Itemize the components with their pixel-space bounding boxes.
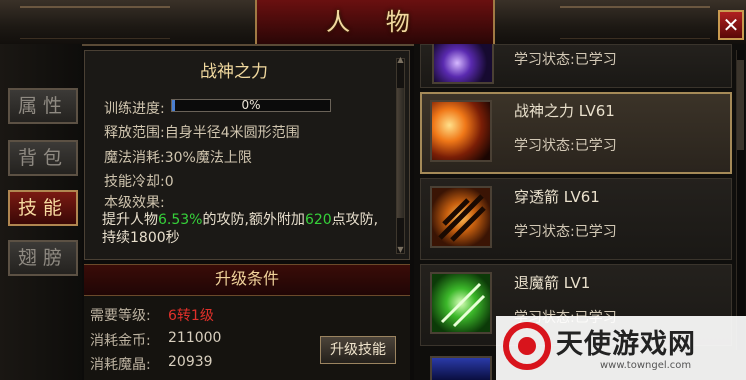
effect-text-mid: 的攻防,额外附加 (202, 212, 305, 228)
skill-name-2: 穿透箭 LV61 (514, 188, 600, 206)
skill-icon-demon-repel-arrow (430, 272, 492, 334)
skill-status-2: 学习状态:已学习 (514, 224, 617, 240)
effect-label: 本级效果: (104, 195, 165, 211)
cost-row: 魔法消耗:30%魔法上限 (104, 147, 252, 167)
skill-status-0: 学习状态:已学习 (514, 52, 617, 68)
window-title: 人 物 (326, 8, 424, 36)
range-label: 释放范围: (104, 125, 165, 141)
level-value: 6转1级 (168, 308, 214, 324)
cost-value: 30%魔法上限 (164, 150, 252, 166)
skill-name-1: 战神之力 LV61 (514, 102, 615, 120)
skill-icon-war-god-power (430, 100, 492, 162)
crystal-label: 消耗魔晶: (90, 357, 151, 373)
skill-icon-piercing-arrow (430, 186, 492, 248)
effect-percent: 6.53% (158, 212, 203, 228)
skill-detail-title: 战神之力 (200, 62, 268, 82)
scroll-down-icon[interactable]: ▼ (396, 246, 405, 254)
gold-value: 211000 (168, 330, 222, 346)
range-row: 释放范围:自身半径4米圆形范围 (104, 122, 300, 142)
skill-icon-blue (430, 356, 492, 380)
tab-wings[interactable]: 翅膀 (8, 240, 78, 276)
level-label: 需要等级: (90, 308, 151, 324)
skill-icon-purple (432, 44, 494, 84)
tab-skills[interactable]: 技能 (8, 190, 78, 226)
upgrade-title: 升级条件 (214, 269, 279, 288)
list-scrollbar-thumb[interactable] (737, 60, 744, 150)
tab-inventory[interactable]: 背包 (8, 140, 78, 176)
title-ornament-left (20, 6, 170, 39)
effect-text-pre: 提升人物 (102, 212, 158, 228)
cooldown-value: 0 (164, 174, 174, 190)
cost-label: 魔法消耗: (104, 150, 165, 166)
progress-label: 训练进度: (104, 101, 165, 117)
effect-bonus: 620 (304, 212, 332, 228)
training-progress-text: 0% (241, 98, 261, 112)
arrow-icon (438, 194, 486, 242)
skill-name-3: 退魔箭 LV1 (514, 274, 591, 292)
gold-label: 消耗金币: (90, 333, 151, 349)
crystal-value: 20939 (168, 354, 213, 370)
watermark-logo-icon (502, 321, 552, 371)
watermark-url: www.towngel.com (600, 360, 692, 371)
scroll-up-icon[interactable]: ▲ (396, 56, 405, 64)
title-ornament-right (560, 6, 710, 39)
skill-status-1: 学习状态:已学习 (514, 138, 617, 154)
upgrade-skill-button[interactable]: 升级技能 (320, 336, 396, 364)
green-arrow-icon (440, 282, 486, 328)
watermark-text: 天使游戏网 (556, 329, 696, 360)
cooldown-label: 技能冷却: (104, 174, 165, 190)
tab-attributes[interactable]: 属性 (8, 88, 78, 124)
close-button[interactable]: ✕ (718, 10, 744, 40)
effect-description: 提升人物6.53%的攻防,额外附加620点攻防,持续1800秒 (102, 211, 392, 247)
cooldown-row: 技能冷却:0 (104, 171, 174, 191)
detail-scrollbar-thumb[interactable] (397, 88, 404, 218)
range-value: 自身半径4米圆形范围 (164, 125, 300, 141)
